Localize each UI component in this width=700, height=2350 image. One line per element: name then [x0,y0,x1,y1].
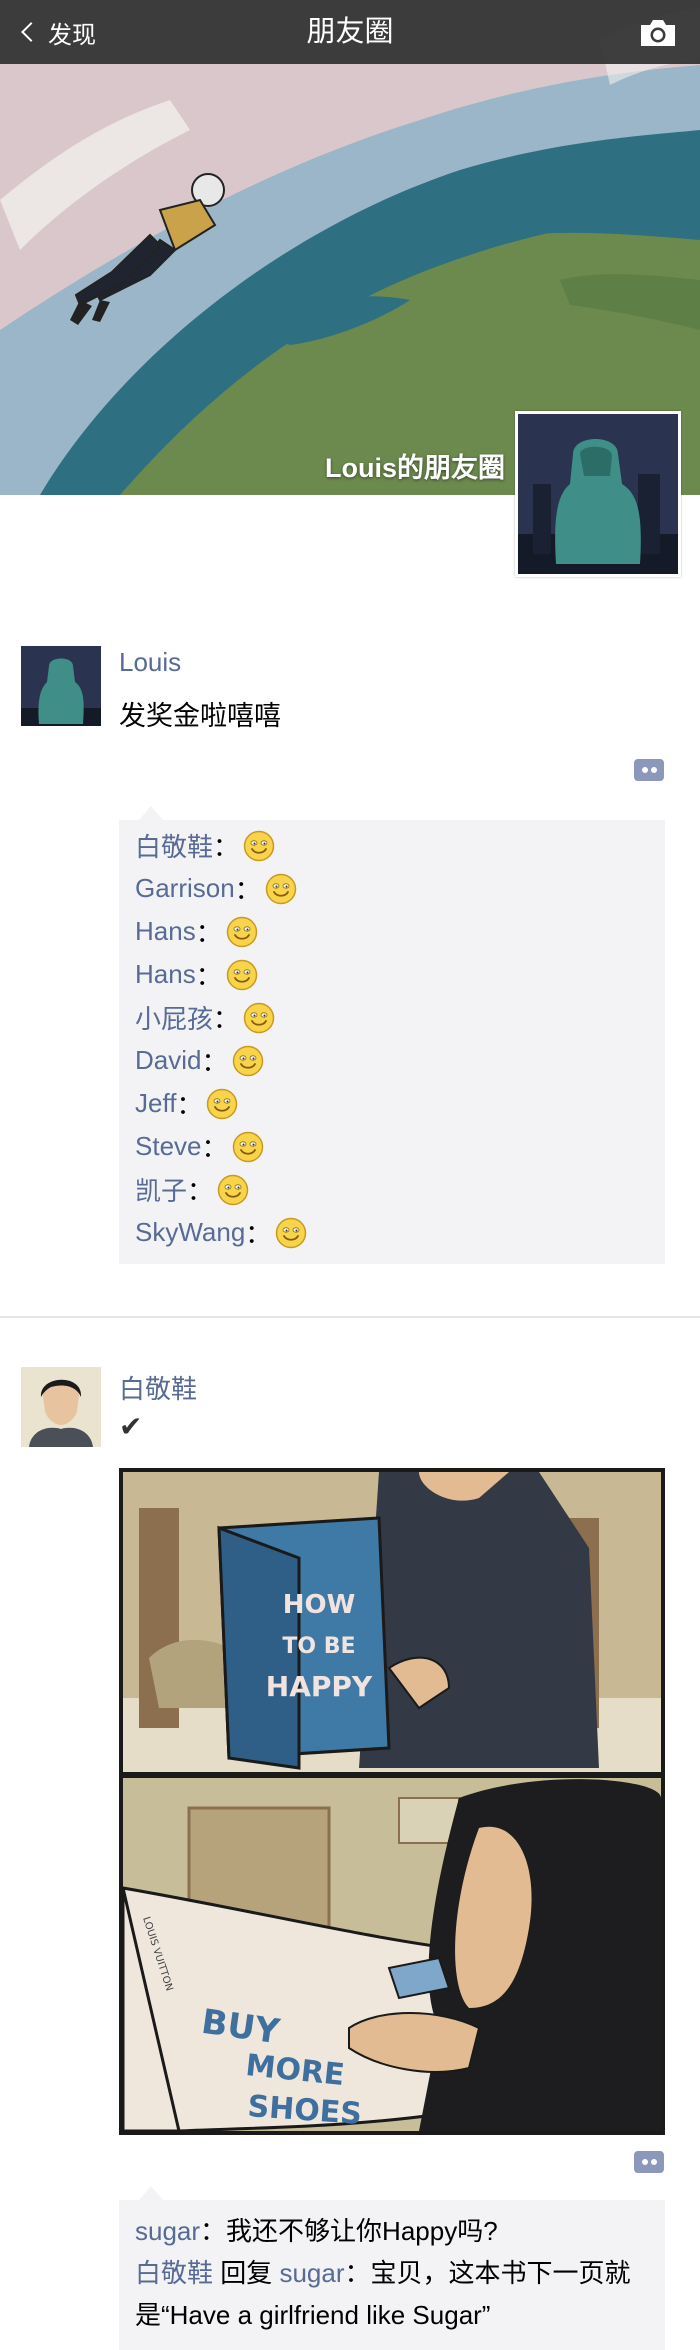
comment-author[interactable]: David [135,1045,201,1076]
smile-emoji-icon [226,959,257,990]
post-image[interactable]: HOW TO BE HAPPY BUY MORE SHOES LOUIS VUI… [119,1468,665,2135]
comment-separator: ： [245,1219,272,1249]
comment-separator: ： [195,961,222,991]
comment-row[interactable]: 白敬鞋： [119,824,665,867]
comment-separator: ： [213,832,240,862]
smile-emoji-icon [243,830,275,861]
post-author[interactable]: Louis [119,647,181,678]
post-author[interactable]: 白敬鞋 [119,1369,197,1406]
comment-author[interactable]: Garrison [135,873,235,904]
camera-icon[interactable] [638,18,678,48]
smile-emoji-icon [207,1088,238,1119]
comment-row[interactable]: Jeff： [119,1082,665,1125]
comment-author[interactable]: sugar [135,2216,200,2246]
reply-target[interactable]: sugar [279,2258,344,2288]
comment-separator: ： [201,1133,228,1163]
comic-text: HOW [283,1590,356,1620]
comment-separator: ： [187,1176,214,1206]
comment-row[interactable]: Garrison： [119,867,665,910]
comment-author[interactable]: 小屁孩 [135,999,213,1036]
comment-author[interactable]: Steve [135,1131,202,1162]
cover-owner-name: Louis的朋友圈 [325,453,505,483]
comment-separator: ： [176,1090,203,1120]
post-avatar[interactable] [21,646,101,726]
smile-emoji-icon [232,1131,263,1162]
comment-author[interactable]: SkyWang [135,1217,245,1248]
reply-word: 回复 [213,2258,280,2288]
comment-separator: ： [195,918,222,948]
comment-row[interactable]: 凯子： [119,1168,665,1211]
post-actions-button[interactable] [634,2151,664,2173]
post-text: 发奖金啦嘻嘻 [119,701,281,731]
comment-author[interactable]: Jeff [135,1088,176,1119]
comment-separator: ： [201,1047,228,1077]
comment-text: ：宝贝，这本书下一页就 [344,2258,631,2288]
avatar-illustration [21,646,101,726]
comment-author[interactable]: Hans [135,959,196,990]
comment-separator: ： [213,1004,240,1034]
post-avatar[interactable] [21,1367,101,1447]
comment-row[interactable]: 小屁孩： [119,996,665,1039]
reply-list: sugar：我还不够让你Happy吗? 白敬鞋 回复 sugar：宝贝，这本书下… [119,2186,665,2350]
comment-row[interactable]: 白敬鞋 回复 sugar：宝贝，这本书下一页就 是“Have a girlfri… [119,2252,665,2336]
comic-text: HAPPY [266,1670,373,1703]
avatar-illustration [21,1367,101,1447]
top-nav-bar: 发现 朋友圈 [0,0,700,64]
page-title: 朋友圈 [306,16,394,48]
comment-row[interactable]: David： [119,1039,665,1082]
post-divider [0,1316,700,1318]
comment-row[interactable]: Steve： [119,1125,665,1168]
comment-row[interactable]: Hans： [119,953,665,996]
comment-separator: ： [234,875,261,905]
smile-emoji-icon [265,873,296,904]
comment-list: 白敬鞋： Garrison： Hans： Hans：小屁孩： David： Jeff： St… [119,806,665,1264]
smile-emoji-icon [276,1217,307,1248]
post-text: ✔ [119,1411,143,1442]
profile-avatar[interactable] [515,411,681,577]
comment-text: ：我还不够让你Happy吗? [200,2216,498,2246]
smile-emoji-icon [243,1002,275,1033]
smile-emoji-icon [232,1045,263,1076]
comment-author[interactable]: 凯子 [135,1171,187,1208]
comment-row[interactable]: sugar：我还不够让你Happy吗? [119,2210,665,2252]
comment-text-continued: 是“Have a girlfriend like Sugar” [135,2300,491,2330]
comic-illustration: HOW TO BE HAPPY BUY MORE SHOES LOUIS VUI… [119,1468,665,2135]
comment-author[interactable]: Hans [135,916,196,947]
comment-author[interactable]: 白敬鞋 [135,2258,213,2288]
comment-row[interactable]: SkyWang： [119,1211,665,1254]
smile-emoji-icon [217,1174,249,1205]
avatar-illustration [518,414,678,574]
comment-author[interactable]: 白敬鞋 [135,827,213,864]
comic-text: TO BE [282,1634,355,1659]
comment-row[interactable]: Hans： [119,910,665,953]
smile-emoji-icon [226,916,257,947]
post-actions-button[interactable] [634,759,664,781]
